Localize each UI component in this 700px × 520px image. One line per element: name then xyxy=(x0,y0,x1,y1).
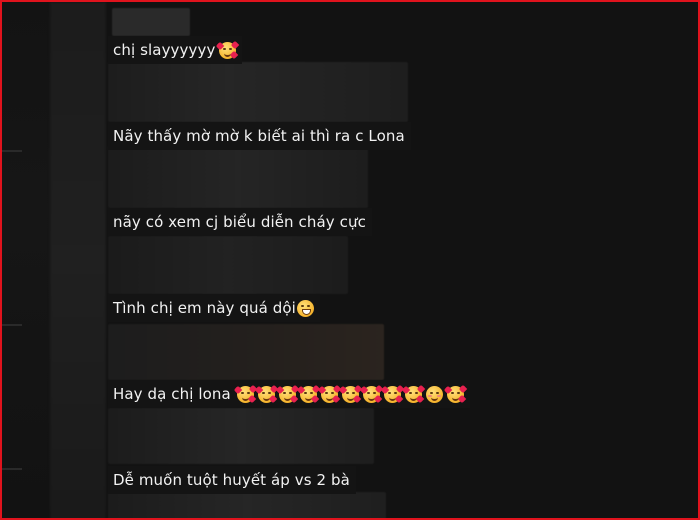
edge-divider xyxy=(2,324,22,326)
blurred-comment-header xyxy=(108,408,374,464)
edge-divider xyxy=(2,468,22,470)
smiling-face-with-smiling-eyes-icon xyxy=(425,385,443,403)
left-blurred-strip xyxy=(2,2,50,518)
comment-text: nãy có xem cj biểu diễn cháy cực xyxy=(113,213,366,231)
smiling-face-with-hearts-icon xyxy=(275,384,300,403)
blurred-comment-header xyxy=(108,236,348,294)
comment-text: Tình chị em này quá dội xyxy=(113,299,296,317)
comment-row: Dễ muốn tuột huyết áp vs 2 bà xyxy=(108,466,356,494)
comment-row: chị slayyyyyy xyxy=(108,36,243,64)
smiling-face-with-hearts-icon xyxy=(296,384,321,403)
comment-text: chị slayyyyyy xyxy=(113,41,216,59)
smiling-face-with-hearts-icon xyxy=(380,384,405,403)
comment-row: Tình chị em này quá dội xyxy=(108,294,320,322)
comment-row: Hay dạ chị lona xyxy=(108,380,470,408)
screenshot-frame: chị slayyyyyy Nãy thấy mờ mờ k biết ai t… xyxy=(0,0,700,520)
comment-row: Nãy thấy mờ mờ k biết ai thì ra c Lona xyxy=(108,122,411,150)
smiling-face-with-hearts-icon xyxy=(216,40,240,59)
left-blurred-column xyxy=(50,2,106,518)
edge-divider xyxy=(2,150,22,152)
smiling-face-with-hearts-icon xyxy=(233,384,258,403)
blurred-comment-header xyxy=(108,146,368,208)
blurred-comment-header xyxy=(108,62,408,122)
smiling-face-with-hearts-icon xyxy=(317,384,342,403)
blurred-comment-header xyxy=(108,492,386,518)
blurred-username xyxy=(112,8,190,36)
smiling-face-with-hearts-icon xyxy=(401,384,426,403)
comment-text: Dễ muốn tuột huyết áp vs 2 bà xyxy=(113,471,350,489)
smiling-face-with-hearts-icon xyxy=(338,384,363,403)
smiling-face-with-hearts-icon xyxy=(254,384,279,403)
smiling-face-with-hearts-icon xyxy=(359,384,384,403)
comment-row: nãy có xem cj biểu diễn cháy cực xyxy=(108,208,372,236)
comment-text: Hay dạ chị lona xyxy=(113,385,231,403)
comment-text: Nãy thấy mờ mờ k biết ai thì ra c Lona xyxy=(113,127,405,145)
smiling-face-with-hearts-icon xyxy=(443,384,468,403)
grinning-squinting-face-icon xyxy=(296,299,314,317)
blurred-comment-header xyxy=(108,324,384,380)
